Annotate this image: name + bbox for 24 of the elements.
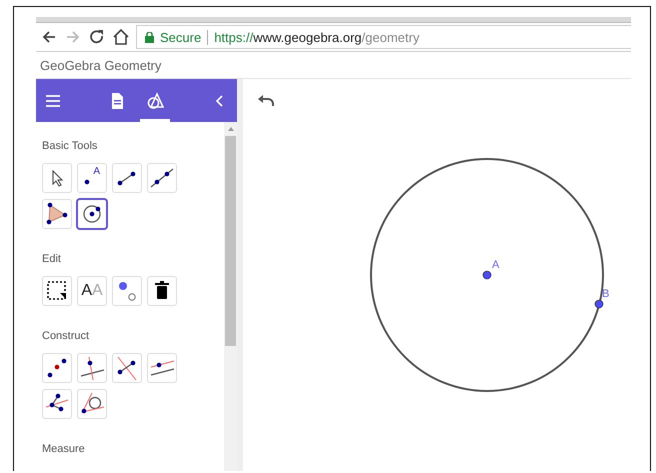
point-marker[interactable] [482,270,492,280]
undo-icon[interactable] [257,93,275,107]
section-title: Basic Tools [42,140,98,152]
tool-button[interactable]: A [77,163,107,193]
drawing-canvas[interactable]: A B [237,79,631,471]
section-title: Construct [42,330,90,342]
point-tool-icon [84,179,90,185]
tool-glyph: A [93,166,100,177]
tool-button[interactable]: AA [77,276,107,306]
shapes-icon [146,92,164,110]
lock-icon [145,32,154,42]
point-marker[interactable] [594,300,604,308]
tool-button[interactable] [77,199,107,229]
point-label: B [602,288,610,300]
section-title: Edit [42,253,62,265]
tool-glyph: AA [81,282,103,300]
point-label: A [492,259,500,271]
scrollbar[interactable] [224,122,237,471]
url-text: https://www.geogebra.org/geometry [214,30,420,44]
reload-icon[interactable] [88,28,106,46]
secure-label: Secure [160,30,202,44]
home-icon[interactable] [112,28,130,46]
address-bar[interactable]: Secure https://www.geogebra.org/geometry [136,25,631,49]
section-title: Measure [42,443,86,455]
